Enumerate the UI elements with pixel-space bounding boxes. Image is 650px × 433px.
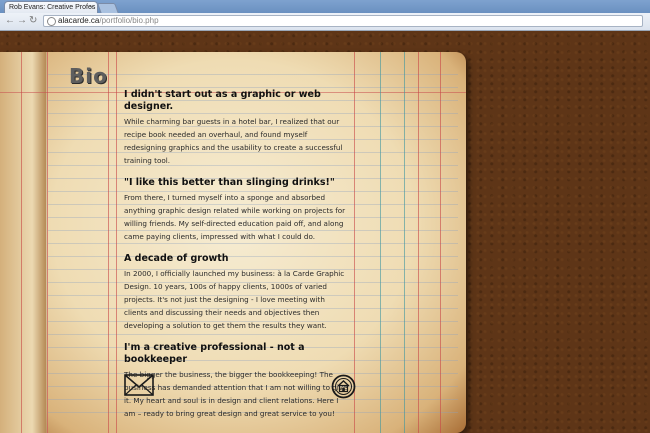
browser-tab[interactable]: Rob Evans: Creative Profes × — [4, 1, 98, 13]
bio-section: I'm a creative professional - not a book… — [124, 342, 350, 420]
tab-title: Rob Evans: Creative Profes — [9, 4, 96, 11]
margin-line — [116, 52, 117, 433]
margin-line — [47, 52, 48, 433]
margin-line — [21, 52, 22, 433]
section-heading: I'm a creative professional - not a book… — [124, 342, 305, 365]
home-icon[interactable] — [331, 374, 356, 399]
margin-line — [380, 52, 381, 433]
reload-icon[interactable]: ↻ — [29, 15, 37, 27]
arrow-right-icon[interactable]: → — [17, 15, 27, 27]
section-heading: I didn't start out as a graphic or web d… — [124, 89, 321, 112]
globe-icon — [47, 17, 56, 26]
arrow-left-icon[interactable]: ← — [5, 15, 15, 27]
section-body: The bigger the business, the bigger the … — [124, 370, 348, 418]
margin-line — [418, 52, 419, 433]
bio-content: I didn't start out as a graphic or web d… — [124, 89, 350, 430]
page-title: Bio — [69, 64, 108, 88]
margin-line — [404, 52, 405, 433]
envelope-icon[interactable] — [124, 374, 154, 396]
notebook-left-page — [0, 52, 46, 433]
url-path: /portfolio/bio.php — [99, 16, 159, 25]
section-heading: "I like this better than slinging drinks… — [124, 177, 335, 188]
browser-toolbar: ← → ↻ alacarde.ca/portfolio/bio.php — [0, 13, 650, 31]
tab-strip: Rob Evans: Creative Profes × — [0, 0, 650, 14]
page-background: Bio I didn't start out as a graphic or w… — [0, 31, 650, 433]
bio-section: "I like this better than slinging drinks… — [124, 177, 350, 243]
tab-close-icon[interactable]: × — [89, 3, 94, 12]
address-bar[interactable]: alacarde.ca/portfolio/bio.php — [43, 15, 643, 27]
section-body: In 2000, I officially launched my busine… — [124, 269, 345, 330]
margin-line — [108, 52, 109, 433]
bio-section: I didn't start out as a graphic or web d… — [124, 89, 350, 167]
margin-line — [440, 52, 441, 433]
bio-section: A decade of growth In 2000, I officially… — [124, 253, 350, 332]
url-domain: alacarde.ca — [58, 16, 100, 25]
section-body: While charming bar guests in a hotel bar… — [124, 117, 343, 165]
section-heading: A decade of growth — [124, 253, 229, 264]
section-body: From there, I turned myself into a spong… — [124, 193, 346, 241]
